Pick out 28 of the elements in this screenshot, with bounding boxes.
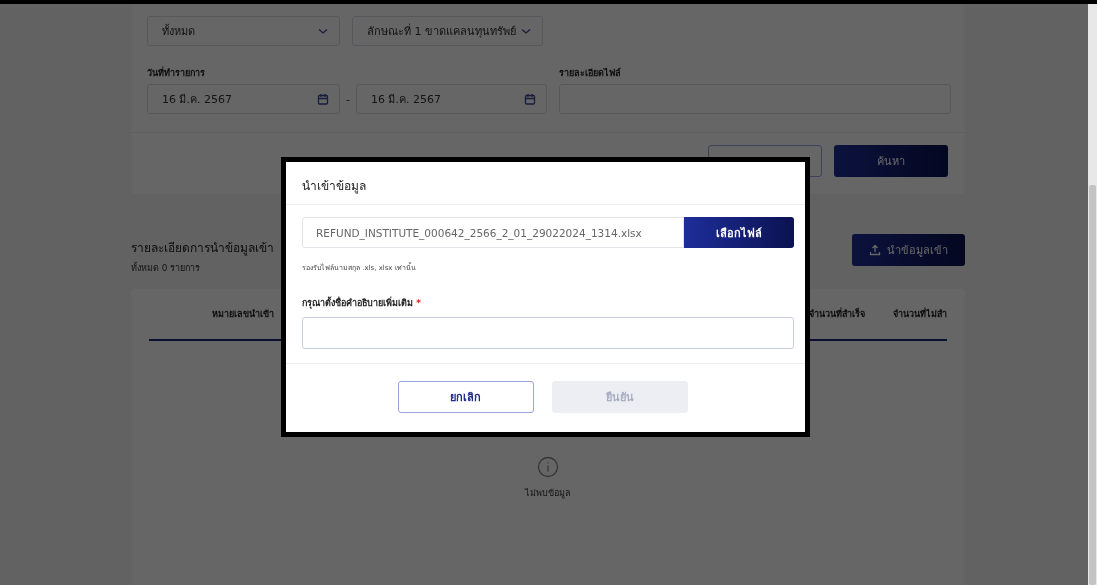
calendar-icon [317, 93, 329, 105]
scrollbar-thumb[interactable] [1089, 185, 1096, 585]
record-count: ทั้งหมด 0 รายการ [131, 261, 202, 275]
date-field[interactable]: 16 มี.ค. 2567 [356, 84, 547, 114]
column-header: จำนวนที่สำเร็จ [808, 307, 865, 321]
dropdown-field[interactable]: ลักษณะที่ 1 ขาดแคลนทุนทรัพย์ [352, 16, 543, 46]
section-title: รายละเอียดการนำข้อมูลเข้า [131, 240, 274, 257]
required-mark: * [416, 298, 421, 308]
scrollbar[interactable] [1088, 4, 1097, 585]
search-button[interactable]: ค้นหา [834, 145, 948, 177]
info-icon [537, 456, 559, 478]
calendar-icon [524, 93, 536, 105]
upload-icon [869, 244, 881, 256]
empty-message: ไม่พบข้อมูล [525, 487, 571, 500]
date-separator: - [346, 92, 350, 106]
field-label: กรุณาตั้งชื่อคำอธิบายเพิ่มเติม [302, 298, 413, 308]
choose-file-button[interactable]: เลือกไฟล์ [684, 217, 794, 248]
field-label: รายละเอียดไฟล์ [559, 66, 622, 80]
dialog-title: นำเข้าข้อมูล [286, 162, 805, 205]
field-label: วันที่ทำรายการ [147, 66, 206, 80]
column-header: จำนวนที่ไม่สำ [892, 307, 947, 321]
description-field[interactable] [302, 317, 794, 349]
cancel-button[interactable]: ยกเลิก [397, 381, 534, 413]
column-header: หมายเลขนำเข้า [211, 308, 274, 321]
file-name-field[interactable]: REFUND_INSTITUTE_000642_2566_2_01_29022024_1314.xlsx [302, 217, 684, 248]
date-field[interactable]: 16 มี.ค. 2567 [147, 84, 340, 114]
import-button[interactable]: นำข้อมูลเข้า [852, 234, 965, 266]
dropdown-field[interactable]: ทั้งหมด [147, 16, 340, 46]
